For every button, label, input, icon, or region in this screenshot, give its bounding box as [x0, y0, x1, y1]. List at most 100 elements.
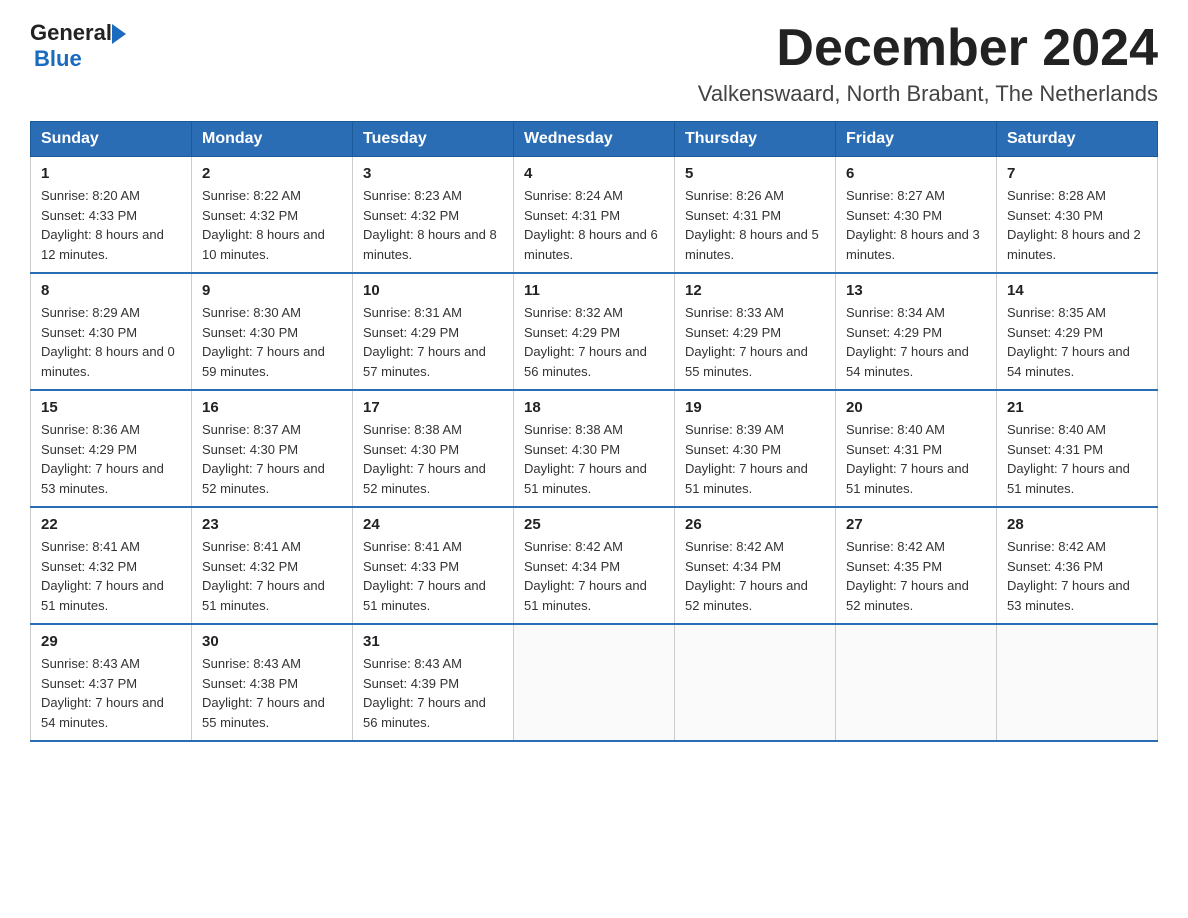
- day-info: Sunrise: 8:42 AMSunset: 4:36 PMDaylight:…: [1007, 537, 1147, 615]
- calendar-day-cell: 13 Sunrise: 8:34 AMSunset: 4:29 PMDaylig…: [836, 273, 997, 390]
- day-number: 14: [1007, 282, 1147, 299]
- day-info: Sunrise: 8:38 AMSunset: 4:30 PMDaylight:…: [363, 420, 503, 498]
- day-info: Sunrise: 8:42 AMSunset: 4:35 PMDaylight:…: [846, 537, 986, 615]
- weekday-header-row: SundayMondayTuesdayWednesdayThursdayFrid…: [31, 122, 1158, 157]
- calendar-day-cell: 29 Sunrise: 8:43 AMSunset: 4:37 PMDaylig…: [31, 624, 192, 741]
- day-number: 31: [363, 633, 503, 650]
- logo: General Blue: [30, 20, 126, 72]
- calendar-day-cell: 21 Sunrise: 8:40 AMSunset: 4:31 PMDaylig…: [997, 390, 1158, 507]
- calendar-day-cell: 11 Sunrise: 8:32 AMSunset: 4:29 PMDaylig…: [514, 273, 675, 390]
- day-number: 8: [41, 282, 181, 299]
- calendar-day-cell: 4 Sunrise: 8:24 AMSunset: 4:31 PMDayligh…: [514, 157, 675, 274]
- weekday-header-monday: Monday: [192, 122, 353, 157]
- day-info: Sunrise: 8:39 AMSunset: 4:30 PMDaylight:…: [685, 420, 825, 498]
- calendar-week-row: 1 Sunrise: 8:20 AMSunset: 4:33 PMDayligh…: [31, 157, 1158, 274]
- day-info: Sunrise: 8:40 AMSunset: 4:31 PMDaylight:…: [1007, 420, 1147, 498]
- day-number: 20: [846, 399, 986, 416]
- day-number: 27: [846, 516, 986, 533]
- day-number: 13: [846, 282, 986, 299]
- calendar-day-cell: [997, 624, 1158, 741]
- day-info: Sunrise: 8:26 AMSunset: 4:31 PMDaylight:…: [685, 186, 825, 264]
- calendar-header: SundayMondayTuesdayWednesdayThursdayFrid…: [31, 122, 1158, 157]
- day-info: Sunrise: 8:41 AMSunset: 4:33 PMDaylight:…: [363, 537, 503, 615]
- calendar-title: December 2024: [698, 20, 1158, 77]
- day-info: Sunrise: 8:37 AMSunset: 4:30 PMDaylight:…: [202, 420, 342, 498]
- calendar-week-row: 15 Sunrise: 8:36 AMSunset: 4:29 PMDaylig…: [31, 390, 1158, 507]
- day-number: 26: [685, 516, 825, 533]
- calendar-day-cell: 31 Sunrise: 8:43 AMSunset: 4:39 PMDaylig…: [353, 624, 514, 741]
- title-block: December 2024 Valkenswaard, North Braban…: [698, 20, 1158, 107]
- day-number: 3: [363, 165, 503, 182]
- day-info: Sunrise: 8:24 AMSunset: 4:31 PMDaylight:…: [524, 186, 664, 264]
- weekday-header-friday: Friday: [836, 122, 997, 157]
- day-number: 4: [524, 165, 664, 182]
- day-info: Sunrise: 8:20 AMSunset: 4:33 PMDaylight:…: [41, 186, 181, 264]
- day-number: 2: [202, 165, 342, 182]
- day-info: Sunrise: 8:42 AMSunset: 4:34 PMDaylight:…: [685, 537, 825, 615]
- calendar-day-cell: 19 Sunrise: 8:39 AMSunset: 4:30 PMDaylig…: [675, 390, 836, 507]
- day-info: Sunrise: 8:27 AMSunset: 4:30 PMDaylight:…: [846, 186, 986, 264]
- weekday-header-tuesday: Tuesday: [353, 122, 514, 157]
- calendar-day-cell: [836, 624, 997, 741]
- calendar-day-cell: 2 Sunrise: 8:22 AMSunset: 4:32 PMDayligh…: [192, 157, 353, 274]
- day-info: Sunrise: 8:30 AMSunset: 4:30 PMDaylight:…: [202, 303, 342, 381]
- calendar-day-cell: 15 Sunrise: 8:36 AMSunset: 4:29 PMDaylig…: [31, 390, 192, 507]
- day-number: 5: [685, 165, 825, 182]
- day-number: 12: [685, 282, 825, 299]
- calendar-day-cell: 18 Sunrise: 8:38 AMSunset: 4:30 PMDaylig…: [514, 390, 675, 507]
- page-header: General Blue December 2024 Valkenswaard,…: [30, 20, 1158, 107]
- calendar-day-cell: [514, 624, 675, 741]
- calendar-day-cell: 30 Sunrise: 8:43 AMSunset: 4:38 PMDaylig…: [192, 624, 353, 741]
- weekday-header-thursday: Thursday: [675, 122, 836, 157]
- day-info: Sunrise: 8:38 AMSunset: 4:30 PMDaylight:…: [524, 420, 664, 498]
- calendar-day-cell: 25 Sunrise: 8:42 AMSunset: 4:34 PMDaylig…: [514, 507, 675, 624]
- calendar-day-cell: 23 Sunrise: 8:41 AMSunset: 4:32 PMDaylig…: [192, 507, 353, 624]
- calendar-day-cell: [675, 624, 836, 741]
- calendar-week-row: 8 Sunrise: 8:29 AMSunset: 4:30 PMDayligh…: [31, 273, 1158, 390]
- day-info: Sunrise: 8:41 AMSunset: 4:32 PMDaylight:…: [41, 537, 181, 615]
- day-info: Sunrise: 8:43 AMSunset: 4:38 PMDaylight:…: [202, 654, 342, 732]
- day-number: 24: [363, 516, 503, 533]
- calendar-day-cell: 28 Sunrise: 8:42 AMSunset: 4:36 PMDaylig…: [997, 507, 1158, 624]
- day-number: 10: [363, 282, 503, 299]
- calendar-day-cell: 12 Sunrise: 8:33 AMSunset: 4:29 PMDaylig…: [675, 273, 836, 390]
- calendar-body: 1 Sunrise: 8:20 AMSunset: 4:33 PMDayligh…: [31, 157, 1158, 742]
- calendar-day-cell: 10 Sunrise: 8:31 AMSunset: 4:29 PMDaylig…: [353, 273, 514, 390]
- day-number: 30: [202, 633, 342, 650]
- day-info: Sunrise: 8:31 AMSunset: 4:29 PMDaylight:…: [363, 303, 503, 381]
- day-info: Sunrise: 8:36 AMSunset: 4:29 PMDaylight:…: [41, 420, 181, 498]
- calendar-day-cell: 5 Sunrise: 8:26 AMSunset: 4:31 PMDayligh…: [675, 157, 836, 274]
- calendar-day-cell: 26 Sunrise: 8:42 AMSunset: 4:34 PMDaylig…: [675, 507, 836, 624]
- day-number: 25: [524, 516, 664, 533]
- calendar-week-row: 29 Sunrise: 8:43 AMSunset: 4:37 PMDaylig…: [31, 624, 1158, 741]
- weekday-header-saturday: Saturday: [997, 122, 1158, 157]
- day-number: 11: [524, 282, 664, 299]
- day-info: Sunrise: 8:33 AMSunset: 4:29 PMDaylight:…: [685, 303, 825, 381]
- calendar-day-cell: 20 Sunrise: 8:40 AMSunset: 4:31 PMDaylig…: [836, 390, 997, 507]
- calendar-day-cell: 6 Sunrise: 8:27 AMSunset: 4:30 PMDayligh…: [836, 157, 997, 274]
- day-number: 21: [1007, 399, 1147, 416]
- day-info: Sunrise: 8:22 AMSunset: 4:32 PMDaylight:…: [202, 186, 342, 264]
- day-number: 28: [1007, 516, 1147, 533]
- weekday-header-sunday: Sunday: [31, 122, 192, 157]
- logo-blue: Blue: [34, 46, 82, 72]
- calendar-day-cell: 14 Sunrise: 8:35 AMSunset: 4:29 PMDaylig…: [997, 273, 1158, 390]
- day-info: Sunrise: 8:28 AMSunset: 4:30 PMDaylight:…: [1007, 186, 1147, 264]
- day-info: Sunrise: 8:23 AMSunset: 4:32 PMDaylight:…: [363, 186, 503, 264]
- logo-arrow-icon: [112, 24, 126, 44]
- calendar-table: SundayMondayTuesdayWednesdayThursdayFrid…: [30, 121, 1158, 742]
- logo-general: General: [30, 20, 112, 46]
- day-number: 29: [41, 633, 181, 650]
- day-info: Sunrise: 8:35 AMSunset: 4:29 PMDaylight:…: [1007, 303, 1147, 381]
- day-number: 15: [41, 399, 181, 416]
- day-number: 22: [41, 516, 181, 533]
- weekday-header-wednesday: Wednesday: [514, 122, 675, 157]
- calendar-week-row: 22 Sunrise: 8:41 AMSunset: 4:32 PMDaylig…: [31, 507, 1158, 624]
- day-number: 1: [41, 165, 181, 182]
- calendar-day-cell: 24 Sunrise: 8:41 AMSunset: 4:33 PMDaylig…: [353, 507, 514, 624]
- calendar-subtitle: Valkenswaard, North Brabant, The Netherl…: [698, 81, 1158, 107]
- day-info: Sunrise: 8:43 AMSunset: 4:37 PMDaylight:…: [41, 654, 181, 732]
- day-number: 9: [202, 282, 342, 299]
- day-info: Sunrise: 8:41 AMSunset: 4:32 PMDaylight:…: [202, 537, 342, 615]
- day-number: 19: [685, 399, 825, 416]
